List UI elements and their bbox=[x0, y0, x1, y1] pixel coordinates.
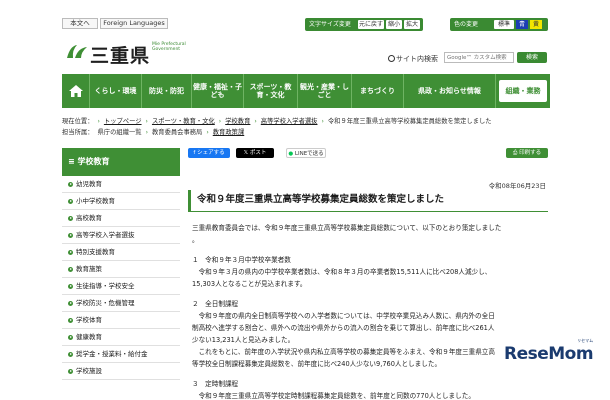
breadcrumb-item[interactable]: 高等学校入学者選抜 bbox=[261, 118, 318, 125]
article-line: 。 bbox=[192, 236, 199, 244]
font-enlarge-button[interactable]: 拡大 bbox=[404, 20, 420, 29]
nav-item-prefecture[interactable]: 県政・お知らせ情報 bbox=[404, 74, 496, 108]
department-label: 担当所属： bbox=[62, 129, 94, 136]
watermark-sub: リセマム bbox=[577, 338, 594, 343]
department-breadcrumb: 担当所属： 県庁の組織一覧 › 教育委員会事務局 › 教育政策課 bbox=[62, 127, 550, 136]
home-icon bbox=[68, 85, 83, 97]
article-line: 令和９年３月の県内の中学校卒業者数は、令和８年３月の卒業者数15,511人に比べ… bbox=[192, 268, 492, 276]
publish-date: 令和08年06月23日 bbox=[488, 182, 546, 190]
nav-item-town[interactable]: まちづくり bbox=[352, 74, 404, 108]
breadcrumb-item[interactable]: 学校教育 bbox=[225, 118, 250, 125]
utility-bar: 本文へ Foreign Languages 文字サイズ変更 元に戻す 縮小 拡大… bbox=[62, 18, 550, 31]
chevron-right-icon: › bbox=[145, 118, 148, 125]
breadcrumb: 現在位置： › トップページ › スポーツ・教育・文化 › 学校教育 › 高等学校入学者選抜 › 令… bbox=[62, 116, 550, 125]
breadcrumb-item[interactable]: スポーツ・教育・文化 bbox=[152, 118, 215, 125]
sidebar-item[interactable]: 小中学校教育 bbox=[62, 193, 180, 210]
font-size-control: 文字サイズ変更 元に戻す 縮小 拡大 bbox=[305, 18, 423, 31]
color-label: 色の変更 bbox=[454, 21, 479, 28]
breadcrumb-item[interactable]: トップページ bbox=[104, 118, 142, 125]
site-logo-subtitle: Mie Prefectural Government bbox=[152, 42, 186, 52]
chevron-right-icon: › bbox=[97, 118, 100, 125]
article-line: 15,303人となることが見込まれます。 bbox=[192, 280, 307, 288]
page-title: 令和９年度三重県立高等学校募集定員総数を策定しました bbox=[188, 190, 548, 212]
department-item[interactable]: 県庁の組織一覧 bbox=[97, 129, 141, 136]
department-item[interactable]: 教育委員会事務局 bbox=[152, 129, 202, 136]
article-line: 三重県教育委員会では、令和９年度三重県立高等学校募集定員総数について、以下のとお… bbox=[192, 224, 502, 232]
article-line: 制高校へ進学する割合と、県外への流出や県外からの流入の割合を乗じて算出し、前年度… bbox=[192, 324, 495, 332]
sidebar-item[interactable]: 高校教育 bbox=[62, 210, 180, 227]
print-button[interactable]: ⎙ 印刷する bbox=[506, 148, 548, 158]
sidebar-item[interactable]: 学校防災・危機管理 bbox=[62, 295, 180, 312]
search-button[interactable]: 検索 bbox=[517, 52, 547, 63]
article-heading: ３ 定時制課程 bbox=[192, 380, 239, 388]
home-button[interactable] bbox=[62, 74, 90, 108]
article-line: これをもとに、前年度の入学状況や県内私立高等学校の募集定員等をふまえ、令和９年度… bbox=[192, 348, 495, 356]
nav-item-health[interactable]: 健康・福祉・子ども bbox=[192, 74, 244, 108]
sidebar-item[interactable]: 奨学金・授業料・給付金 bbox=[62, 346, 180, 363]
sidebar-item[interactable]: 生徒指導・学校安全 bbox=[62, 278, 180, 295]
sidebar-item[interactable]: 教育施策 bbox=[62, 261, 180, 278]
chevron-right-icon: › bbox=[218, 118, 222, 125]
article-line: 等学校全日制課程募集定員総数を、前年度に比べ240人少ない9,760人としました… bbox=[192, 360, 442, 368]
nav-item-disaster[interactable]: 防災・防犯 bbox=[142, 74, 192, 108]
text-view-link[interactable]: 本文へ bbox=[62, 18, 98, 29]
foreign-languages-link[interactable]: Foreign Languages bbox=[100, 18, 168, 29]
search-icon bbox=[388, 55, 395, 62]
sidebar: ≡ 学校教育 幼児教育 小中学校教育 高校教育 高等学校入学者選抜 特別支援教育… bbox=[62, 148, 180, 400]
search-input[interactable] bbox=[444, 52, 514, 63]
mie-logo-icon bbox=[67, 45, 87, 58]
breadcrumb-current: 令和９年度三重県立高等学校募集定員総数を策定しました bbox=[327, 118, 492, 125]
article-line: 令和９年度の県内全日制高等学校への入学者数については、中学校卒業見込み人数に、県… bbox=[192, 312, 495, 320]
article-line: 令和９年度三重県立高等学校定時制課程募集定員総数を、前年度と同数の770人としま… bbox=[192, 392, 475, 400]
nav-item-sports[interactable]: スポーツ・教育・文化 bbox=[244, 74, 298, 108]
sidebar-item[interactable]: 高等学校入学者選抜 bbox=[62, 227, 180, 244]
color-blue-button[interactable]: 青 bbox=[516, 20, 528, 29]
global-nav: くらし・環境 防災・防犯 健康・福祉・子ども スポーツ・教育・文化 観光・産業・… bbox=[62, 74, 550, 108]
sidebar-item[interactable]: 学校体育 bbox=[62, 312, 180, 329]
chevron-right-icon: › bbox=[145, 129, 148, 136]
x-post-button[interactable]: 𝕏 ポスト bbox=[236, 148, 274, 158]
sidebar-title: ≡ 学校教育 bbox=[62, 148, 180, 176]
chevron-right-icon: › bbox=[321, 118, 324, 125]
nav-item-living[interactable]: くらし・環境 bbox=[90, 74, 142, 108]
chevron-right-icon: › bbox=[206, 129, 209, 136]
line-share-button[interactable]: ● LINEで送る bbox=[286, 148, 326, 158]
facebook-share-button[interactable]: f シェアする bbox=[188, 148, 230, 158]
sidebar-item[interactable]: 学校施設 bbox=[62, 363, 180, 380]
breadcrumb-label: 現在位置： bbox=[62, 118, 94, 125]
nav-item-tourism[interactable]: 観光・産業・しごと bbox=[298, 74, 352, 108]
sidebar-list: 幼児教育 小中学校教育 高校教育 高等学校入学者選抜 特別支援教育 教育施策 生… bbox=[62, 176, 180, 380]
sidebar-item[interactable]: 健康教育 bbox=[62, 329, 180, 346]
article-heading: ２ 全日制課程 bbox=[192, 300, 239, 308]
sidebar-item[interactable]: 幼児教育 bbox=[62, 176, 180, 193]
department-item[interactable]: 教育政策課 bbox=[213, 129, 244, 136]
nav-item-organization[interactable]: 組織・業務 bbox=[499, 80, 547, 102]
article-body: 三重県教育委員会では、令和９年度三重県立高等学校募集定員総数について、以下のとお… bbox=[192, 222, 546, 400]
site-search-label: サイト内検索 bbox=[388, 54, 438, 64]
site-logo-text[interactable]: 三重県 bbox=[90, 41, 150, 68]
page: 本文へ Foreign Languages 文字サイズ変更 元に戻す 縮小 拡大… bbox=[62, 14, 550, 400]
color-standard-button[interactable]: 標準 bbox=[494, 20, 514, 29]
article-heading: １ 令和９年３月中学校卒業者数 bbox=[192, 256, 291, 264]
chevron-right-icon: › bbox=[254, 118, 257, 125]
font-size-label: 文字サイズ変更 bbox=[309, 21, 351, 28]
color-control: 色の変更 標準 青 黄 bbox=[450, 18, 548, 31]
color-yellow-button[interactable]: 黄 bbox=[530, 20, 542, 29]
font-shrink-button[interactable]: 縮小 bbox=[386, 20, 402, 29]
font-reset-button[interactable]: 元に戻す bbox=[358, 20, 384, 29]
resemom-watermark: ReseMom リセマム bbox=[504, 338, 594, 364]
sidebar-item[interactable]: 特別支援教育 bbox=[62, 244, 180, 261]
article-line: 少ない13,231人と見込みました。 bbox=[192, 336, 295, 344]
